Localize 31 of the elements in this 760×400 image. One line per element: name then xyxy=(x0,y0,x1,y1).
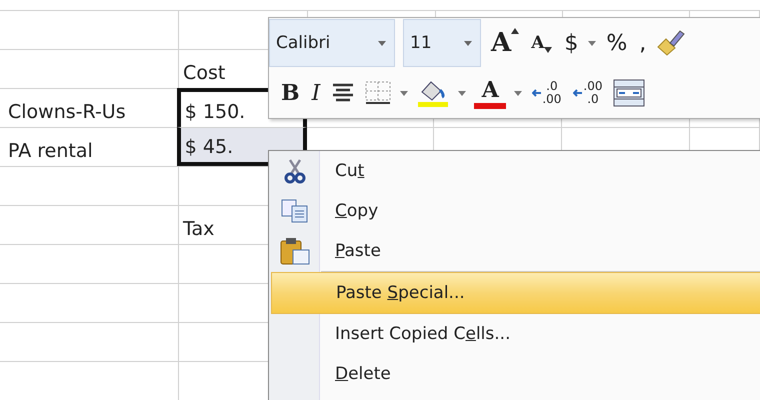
caret-icon[interactable] xyxy=(458,90,466,96)
grow-font-button[interactable]: A xyxy=(489,28,522,58)
merge-cells-icon[interactable] xyxy=(612,79,644,107)
left-arrow-icon xyxy=(573,89,582,97)
copy-icon xyxy=(281,199,309,223)
font-color-button[interactable]: A xyxy=(474,77,506,109)
format-button[interactable]: , xyxy=(637,30,648,56)
caret-icon[interactable] xyxy=(400,90,408,96)
format-button[interactable]: % xyxy=(604,30,630,56)
borders-icon[interactable] xyxy=(364,80,392,106)
font-combo[interactable]: Calibri xyxy=(269,19,395,67)
caret-icon xyxy=(378,40,386,46)
shrink-font-button[interactable]: A xyxy=(529,33,554,53)
paste-icon xyxy=(280,237,310,265)
down-triangle-icon xyxy=(544,47,552,53)
menu-item[interactable]: Delete xyxy=(271,354,760,394)
increase-decimal-button[interactable]: .0 .00 xyxy=(530,80,564,106)
italic-button[interactable]: I xyxy=(310,80,322,106)
caret-icon xyxy=(464,40,472,46)
scissors-icon xyxy=(284,158,306,184)
format-button[interactable]: $ xyxy=(562,30,580,56)
left-arrow-icon xyxy=(532,89,542,97)
menu-item[interactable]: Insert Copied Cells... xyxy=(271,314,760,354)
menu-item[interactable]: Paste Special... xyxy=(271,272,760,314)
caret-icon[interactable] xyxy=(588,40,596,46)
font-combo[interactable]: 11 xyxy=(403,19,481,67)
decrease-decimal-button[interactable]: .00 .0 xyxy=(571,80,604,106)
caret-icon[interactable] xyxy=(514,90,522,96)
up-triangle-icon xyxy=(511,28,520,34)
paintbrush-icon[interactable] xyxy=(656,29,686,57)
table-cell: Clowns-R-Us xyxy=(0,88,180,127)
